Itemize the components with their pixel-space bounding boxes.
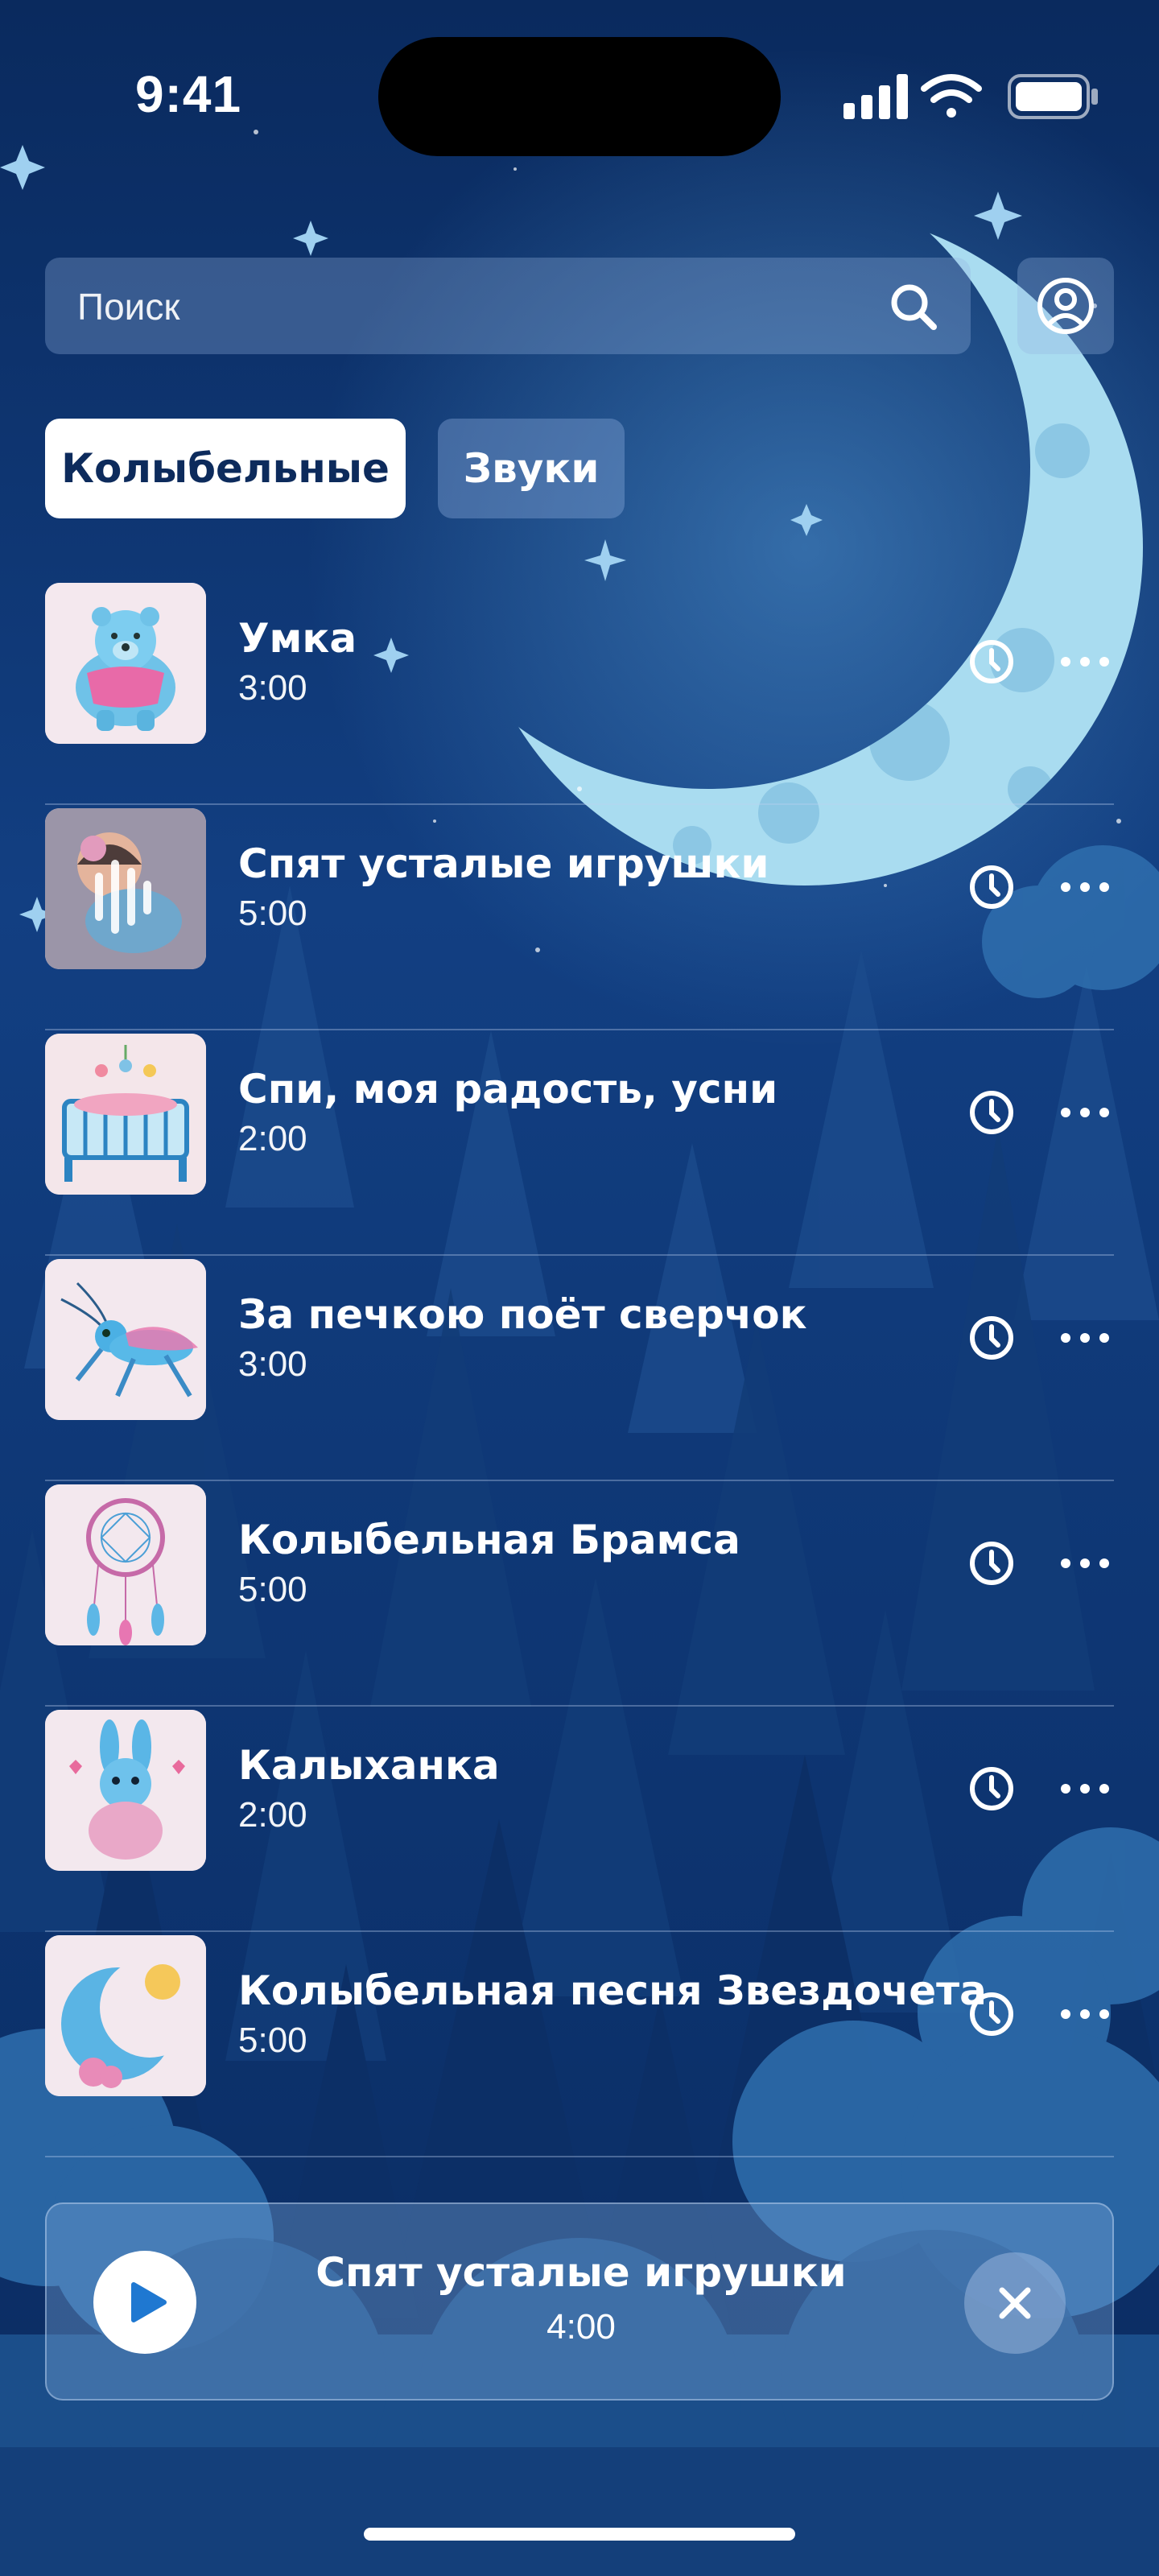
- player-track-title: Спят усталые игрушки: [316, 2249, 847, 2296]
- more-options-icon[interactable]: [1056, 858, 1114, 916]
- item-duration: 3:00: [238, 1344, 307, 1384]
- item-duration: 3:00: [238, 668, 307, 708]
- close-player-button[interactable]: [964, 2252, 1066, 2354]
- user-profile-icon: [1037, 278, 1094, 334]
- timer-icon[interactable]: [963, 1760, 1021, 1818]
- timer-icon[interactable]: [963, 633, 1021, 691]
- sleeping-doll-thumbnail: [45, 808, 206, 969]
- list-item[interactable]: Спи, моя радость, усни 2:00: [45, 1030, 1114, 1256]
- more-options-icon[interactable]: [1056, 1084, 1114, 1141]
- tab-sounds[interactable]: Звуки: [438, 419, 625, 518]
- more-options-icon[interactable]: [1056, 1534, 1114, 1592]
- list-item[interactable]: Колыбельная песня Звездочета 5:00: [45, 1932, 1114, 2157]
- search-input[interactable]: Поиск: [45, 258, 971, 354]
- item-title: Спи, моя радость, усни: [238, 1066, 778, 1113]
- item-duration: 5:00: [238, 1570, 307, 1609]
- cricket-thumbnail: [45, 1259, 206, 1420]
- profile-button[interactable]: [1017, 258, 1114, 354]
- more-options-icon[interactable]: [1056, 1309, 1114, 1367]
- timer-icon[interactable]: [963, 1084, 1021, 1141]
- home-indicator[interactable]: [364, 2528, 795, 2541]
- timer-icon[interactable]: [963, 858, 1021, 916]
- item-duration: 5:00: [238, 894, 307, 933]
- battery-icon: [1008, 74, 1098, 119]
- dreamcatcher-thumbnail: [45, 1484, 206, 1645]
- bunny-thumbnail: [45, 1710, 206, 1871]
- item-title: Колыбельная песня Звездочета: [238, 1967, 987, 2014]
- status-bar: 9:41: [0, 0, 1159, 161]
- moon-and-sun-thumbnail: [45, 1935, 206, 2096]
- close-icon: [999, 2287, 1031, 2319]
- search-icon[interactable]: [885, 279, 942, 335]
- item-duration: 2:00: [238, 1795, 307, 1835]
- list-item[interactable]: Калыханка 2:00: [45, 1707, 1114, 1932]
- item-title: Колыбельная Брамса: [238, 1517, 740, 1563]
- dynamic-island: [378, 37, 781, 156]
- tab-lullabies[interactable]: Колыбельные: [45, 419, 406, 518]
- item-title: Калыханка: [238, 1742, 500, 1789]
- list-item[interactable]: За печкою поёт сверчок 3:00: [45, 1256, 1114, 1481]
- wifi-icon: [921, 74, 982, 118]
- list-item[interactable]: Умка 3:00: [45, 580, 1114, 805]
- crib-thumbnail: [45, 1034, 206, 1195]
- mini-player[interactable]: Спят усталые игрушки 4:00: [45, 2202, 1114, 2401]
- more-options-icon[interactable]: [1056, 1985, 1114, 2043]
- search-placeholder: Поиск: [77, 286, 180, 328]
- status-time: 9:41: [135, 65, 242, 123]
- item-title: За печкою поёт сверчок: [238, 1291, 807, 1338]
- timer-icon[interactable]: [963, 1309, 1021, 1367]
- item-title: Спят усталые игрушки: [238, 840, 769, 887]
- list-item[interactable]: Колыбельная Брамса 5:00: [45, 1481, 1114, 1707]
- more-options-icon[interactable]: [1056, 633, 1114, 691]
- player-track-duration: 4:00: [547, 2307, 616, 2347]
- list-item[interactable]: Спят усталые игрушки 5:00: [45, 805, 1114, 1030]
- timer-icon[interactable]: [963, 1534, 1021, 1592]
- item-duration: 5:00: [238, 2021, 307, 2060]
- status-icons: [837, 71, 1103, 122]
- polar-bear-thumbnail: [45, 583, 206, 744]
- timer-icon[interactable]: [963, 1985, 1021, 2043]
- lullaby-list: Умка 3:00 Спят усталые игрушки 5:00 Спи,…: [45, 580, 1114, 2157]
- item-duration: 2:00: [238, 1119, 307, 1158]
- more-options-icon[interactable]: [1056, 1760, 1114, 1818]
- cellular-signal-icon: [843, 74, 908, 119]
- item-title: Умка: [238, 615, 357, 662]
